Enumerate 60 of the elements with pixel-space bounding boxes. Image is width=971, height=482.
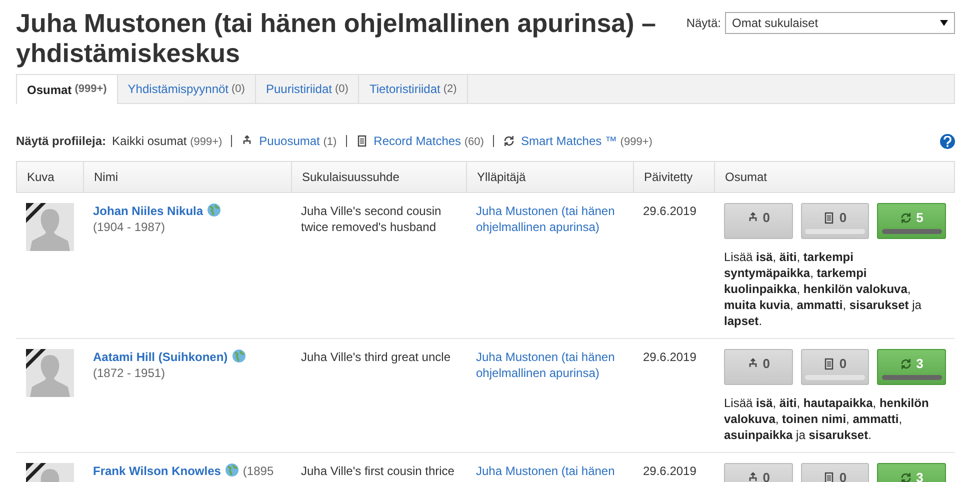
refresh-icon [900, 472, 912, 482]
globe-icon [207, 202, 222, 216]
help-icon[interactable] [940, 134, 955, 149]
manager-link[interactable]: Juha Mustonen (tai hänen [476, 462, 625, 478]
document-icon [823, 472, 836, 482]
life-dates: (1895 [242, 462, 274, 478]
relationship-cell: Juha Ville's third great uncle [292, 338, 467, 452]
column-header: Osumat [715, 160, 955, 192]
tab[interactable]: Osumat (999+) [17, 75, 118, 104]
tree-match-button[interactable]: 0 [724, 462, 793, 482]
column-header: Ylläpitäjä [467, 160, 634, 192]
match-meter [882, 228, 942, 234]
person-name-link[interactable]: Aatami Hill (Suihkonen) [93, 350, 228, 364]
date-cell: 29.6.2019 [634, 452, 715, 482]
date-cell: 29.6.2019 [634, 192, 715, 338]
relationship-cell: Juha Ville's second cousin twice removed's husband [292, 192, 467, 338]
relationship-cell: Juha Ville's first cousin thrice [292, 452, 467, 482]
view-select[interactable]: Omat sukulaiset [725, 12, 955, 34]
avatar-silhouette-icon [26, 348, 74, 396]
globe-icon [232, 348, 246, 362]
record-match-button[interactable]: 0 [800, 462, 870, 482]
refresh-icon [502, 135, 515, 148]
document-icon [356, 135, 368, 148]
tab[interactable]: Yhdistämispyynnöt (0) [118, 75, 256, 103]
life-dates: (1904 - 1987) [93, 218, 166, 234]
tree-match-button[interactable]: 0 [724, 348, 793, 384]
tree-icon [746, 472, 759, 482]
column-header: Kuva [16, 160, 84, 192]
person-name-link[interactable]: Johan Niiles Nikula [93, 204, 204, 218]
tree-icon [746, 358, 759, 370]
refresh-icon [900, 358, 912, 370]
page-title: Juha Mustonen (tai hänen ohjelmallinen apurinsa) – yhdistämiskeskus [16, 8, 657, 68]
column-header: Sukulaisuussuhde [292, 160, 467, 192]
filter-link[interactable]: Record Matches (60) [374, 132, 484, 150]
date-cell: 29.6.2019 [634, 338, 715, 452]
record-match-button[interactable]: 0 [800, 202, 870, 238]
manager-link[interactable]: Juha Mustonen (tai hänen ohjelmallinen apurinsa) [476, 348, 625, 380]
suggestion-text: Lisää isä, äiti, tarkempi syntymäpaikka, tarkempi kuolinpaikka, henkilön valokuva, muita kuvia, ammatti, sisarukset ja lapset. [724, 248, 922, 328]
document-icon [823, 358, 836, 370]
life-dates: (1872 - 1951) [93, 364, 166, 380]
filter-link[interactable]: Smart Matches ™ (999+) [520, 132, 652, 150]
globe-icon [224, 462, 239, 476]
document-icon [823, 212, 836, 224]
column-header: Päivitetty [634, 160, 715, 192]
tab[interactable]: Puuristiriidat (0) [256, 75, 360, 103]
filter-link[interactable]: Puuosumat (1) [259, 132, 337, 150]
match-meter [882, 374, 942, 380]
tree-match-button[interactable]: 0 [724, 202, 793, 238]
suggestion-text: Lisää isä, äiti, hautapaikka, henkilön valokuva, toinen nimi, ammatti, asuinpaikka ja sisarukset. [724, 394, 930, 442]
avatar-silhouette-icon [26, 202, 74, 250]
tab[interactable]: Tietoristiriidat (2) [359, 75, 468, 103]
refresh-icon [900, 212, 912, 224]
filter-label: Näytä profiileja: [16, 133, 106, 150]
person-name-link[interactable]: Frank Wilson Knowles [93, 464, 221, 478]
view-label: Näytä: [686, 15, 721, 32]
record-match-button[interactable]: 0 [800, 348, 870, 384]
tree-icon [746, 212, 759, 224]
column-header: Nimi [84, 160, 292, 192]
caret-icon [940, 20, 948, 26]
manager-link[interactable]: Juha Mustonen (tai hänen ohjelmallinen apurinsa) [476, 202, 625, 234]
